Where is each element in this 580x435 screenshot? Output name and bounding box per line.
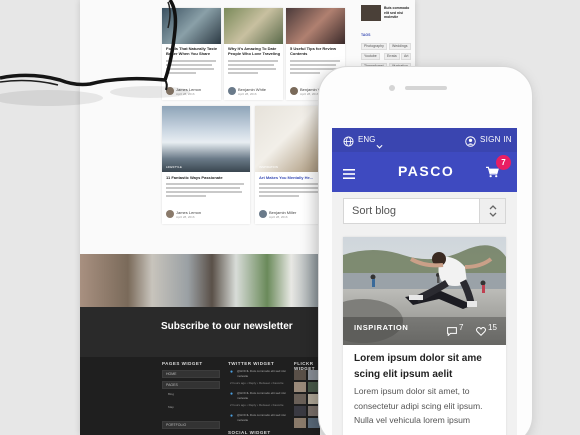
flickr-thumb [294,382,306,392]
language-selector[interactable]: ENG [358,135,375,144]
newsletter-title: Subscribe to our newsletter [161,321,293,332]
sort-arrows-icon [489,205,497,217]
recent-post-title[interactable]: Buis commodo elit sed nisi molestie [384,6,414,20]
blog-card[interactable]: Why It's Amazing To Date People Who Love… [224,8,283,100]
twitter-widget-heading: TWITTER WIDGET [228,361,275,366]
flickr-thumb [294,418,306,428]
top-bar: ENG SIGN IN [332,128,517,152]
footer-page-link[interactable]: PORTFOLIO [162,421,220,429]
card-category: LIFESTYLE [166,165,182,169]
tweet: @HOCIL Duis commodo elit sed nisi molest… [237,369,286,378]
comment-icon [447,323,457,337]
post-excerpt: Lorem ipsum dolor sit amet, to consectet… [354,386,483,425]
phone-speaker [405,86,447,90]
tag[interactable]: Photography [361,43,387,50]
card-title[interactable]: 5 Useful Tips for Review Contents [290,46,342,56]
cart-count-badge: 7 [496,155,511,170]
nav-bar: PASCO 7 [332,152,517,192]
footer-page-link[interactable]: PAGES [162,381,220,389]
avatar [166,210,174,218]
footer-sub-link[interactable]: Blog [168,392,174,397]
tag[interactable]: Art [401,53,412,60]
flickr-thumb [294,370,306,380]
tags-heading: TAGS [361,33,371,37]
tag[interactable]: Weddings [389,43,411,50]
post-image[interactable]: INSPIRATION 7 15 [343,237,506,345]
tag[interactable]: Errata [384,53,400,60]
blog-post-card[interactable]: INSPIRATION 7 15 Lorem ipsum dolor sit a… [343,237,506,435]
tag[interactable]: Youtube [361,53,380,60]
chevron-down-icon[interactable] [376,137,383,149]
flickr-thumb [294,406,306,416]
card-title[interactable]: Why It's Amazing To Date People Who Love… [228,46,280,56]
card-date: April 28, 2016 [238,92,257,96]
recent-post-thumb [361,5,381,21]
post-category[interactable]: INSPIRATION [354,323,408,332]
tweet: @HOCIL Duis commodo elit sed nisi molest… [237,391,286,400]
phone-screen: ENG SIGN IN PASCO 7 Sort blog INSPIRATIO… [332,128,517,435]
post-title[interactable]: Lorem ipsum dolor sit ame scing elit ips… [354,351,504,383]
tweet-meta: 2 hours ago • Reply • Retweet • Favorite [230,381,284,385]
pages-widget-heading: PAGES WIDGET [162,361,203,366]
instagram-strip [80,254,320,307]
hamburger-menu-icon[interactable] [343,166,355,179]
card-image [286,8,345,44]
card-category: INSPIRATION [259,165,278,169]
comment-count: 7 [459,323,464,332]
footer-page-link[interactable]: HOME [162,370,220,378]
tweet: @HOCIL Duis commodo elit sed nisi molest… [237,413,286,422]
twitter-bird-icon: ● [230,391,234,397]
user-icon[interactable] [465,134,476,147]
avatar [290,87,298,95]
sort-select[interactable]: Sort blog [343,198,506,224]
sort-select-arrows[interactable] [479,199,505,223]
like-count: 15 [488,323,497,332]
tweet-meta: 2 hours ago • Reply • Retweet • Favorite [230,403,284,407]
twitter-bird-icon: ● [230,413,234,419]
card-title[interactable]: Art Makes You Mentally He... [259,175,313,180]
phone-camera [389,85,395,91]
footer-sub-link[interactable]: Map [168,405,174,410]
card-image [224,8,283,44]
footer: PAGES WIDGET HOME PAGES Blog Map PORTFOL… [80,357,320,435]
newsletter-section: Subscribe to our newsletter [80,307,320,357]
card-image [162,106,250,172]
heart-icon[interactable] [476,323,486,337]
card-title[interactable]: 11 Fantastic Ways Passionate [166,175,223,180]
sign-in-link[interactable]: SIGN IN [480,135,512,144]
card-date: April 28, 2016 [300,92,319,96]
eyeglasses-decor [0,0,190,106]
globe-icon [343,134,354,147]
social-widget-heading: SOCIAL WIDGET [228,430,271,435]
avatar [228,87,236,95]
flickr-thumb [294,394,306,404]
card-date: April 28, 2016 [269,215,288,219]
brand-logo[interactable]: PASCO [398,163,454,179]
sort-select-value: Sort blog [352,205,397,217]
card-date: April 28, 2016 [176,215,195,219]
blog-card[interactable]: LIFESTYLE 11 Fantastic Ways Passionate J… [162,106,250,224]
twitter-bird-icon: ● [230,369,234,375]
avatar [259,210,267,218]
